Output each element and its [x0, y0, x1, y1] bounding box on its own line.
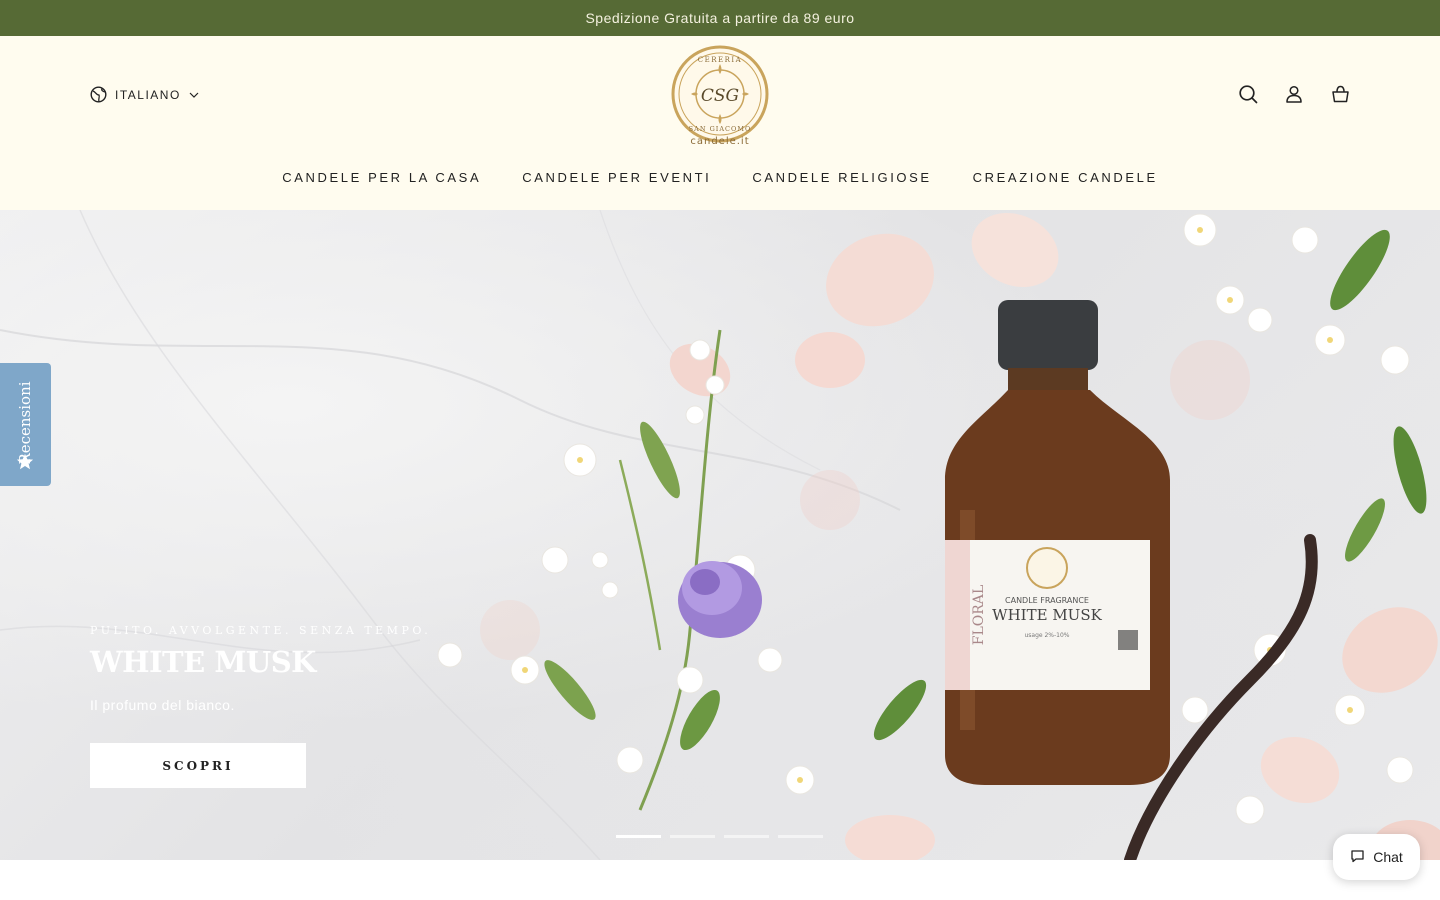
- svg-text:SAN GIACOMO: SAN GIACOMO: [689, 125, 752, 133]
- hero-title: WHITE MUSK: [90, 645, 316, 679]
- globe-icon: [90, 86, 107, 103]
- chat-bubble-icon: [1350, 849, 1365, 866]
- slide-dot-2[interactable]: [670, 835, 715, 838]
- site-logo[interactable]: CERERIA SAN GIACOMO CSG: [670, 44, 770, 148]
- slide-dot-3[interactable]: [724, 835, 769, 838]
- language-selector[interactable]: ITALIANO: [90, 86, 199, 103]
- hero-cta-button[interactable]: SCOPRI: [90, 743, 306, 788]
- search-icon[interactable]: [1238, 84, 1258, 104]
- hero-eyebrow: PULITO. AVVOLGENTE. SENZA TEMPO.: [90, 624, 432, 637]
- header-actions: [1238, 84, 1350, 104]
- nav-item-candele-per-la-casa[interactable]: CANDELE PER LA CASA: [282, 170, 481, 185]
- nav-item-candele-per-eventi[interactable]: CANDELE PER EVENTI: [522, 170, 711, 185]
- chat-button[interactable]: Chat: [1333, 834, 1420, 880]
- star-icon: [16, 453, 34, 476]
- slideshow-pagination: [616, 835, 823, 838]
- announcement-text: Spedizione Gratuita a partire da 89 euro: [585, 10, 855, 26]
- announcement-bar: Spedizione Gratuita a partire da 89 euro: [0, 0, 1440, 36]
- cart-icon[interactable]: [1330, 84, 1350, 104]
- site-header: ITALIANO CERERIA SAN GIACOMO CSG candele…: [0, 36, 1440, 210]
- account-icon[interactable]: [1284, 84, 1304, 104]
- svg-text:usage 2%-10%: usage 2%-10%: [1024, 632, 1069, 639]
- svg-text:CERERIA: CERERIA: [698, 56, 742, 64]
- slide-dot-4[interactable]: [778, 835, 823, 838]
- chat-label: Chat: [1373, 849, 1403, 865]
- svg-text:FLORAL: FLORAL: [971, 585, 987, 645]
- main-nav: CANDELE PER LA CASA CANDELE PER EVENTI C…: [0, 170, 1440, 185]
- svg-text:WHITE MUSK: WHITE MUSK: [992, 606, 1102, 624]
- svg-text:CANDLE FRAGRANCE: CANDLE FRAGRANCE: [1005, 596, 1089, 605]
- logo-caption: candele.it: [690, 136, 750, 147]
- language-label: ITALIANO: [115, 87, 181, 102]
- reviews-tab[interactable]: Recensioni: [0, 363, 51, 486]
- nav-item-candele-religiose[interactable]: CANDELE RELIGIOSE: [752, 170, 931, 185]
- slide-dot-1[interactable]: [616, 835, 661, 838]
- svg-text:CSG: CSG: [701, 86, 739, 106]
- hero-copy: PULITO. AVVOLGENTE. SENZA TEMPO. WHITE M…: [90, 624, 431, 713]
- hero-subtitle: Il profumo del bianco.: [90, 697, 235, 713]
- chevron-down-icon: [189, 92, 199, 98]
- nav-item-creazione-candele[interactable]: CREAZIONE CANDELE: [973, 170, 1158, 185]
- hero-slideshow: CANDLE FRAGRANCE WHITE MUSK usage 2%-10%…: [0, 210, 1440, 860]
